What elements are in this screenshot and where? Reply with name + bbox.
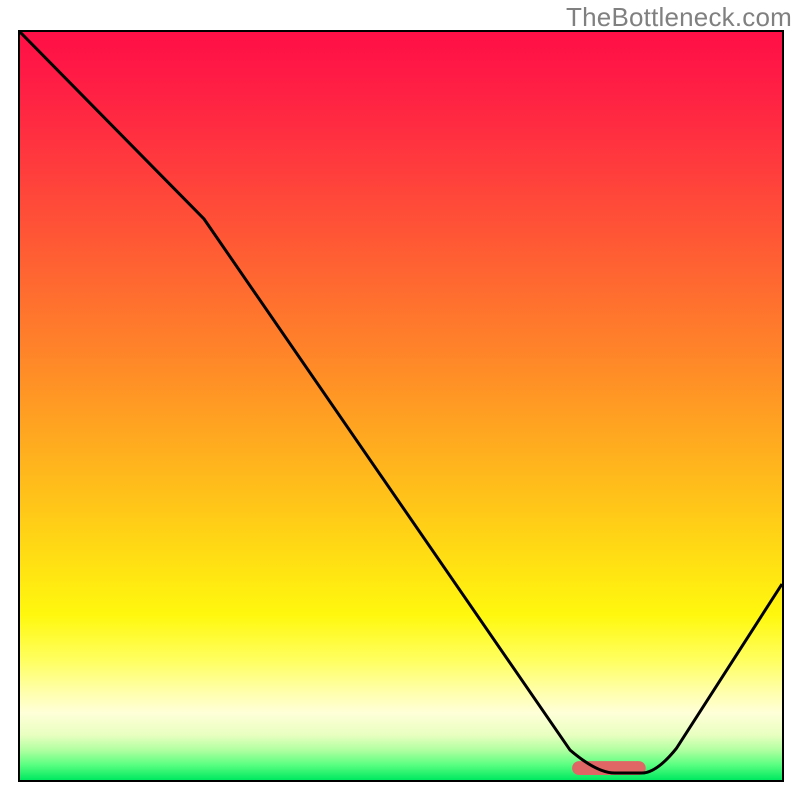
chart-svg xyxy=(20,32,782,780)
chart-frame: TheBottleneck.com xyxy=(0,0,800,800)
plot-area xyxy=(18,30,784,782)
watermark-text: TheBottleneck.com xyxy=(566,2,792,33)
bottleneck-curve xyxy=(20,32,782,773)
